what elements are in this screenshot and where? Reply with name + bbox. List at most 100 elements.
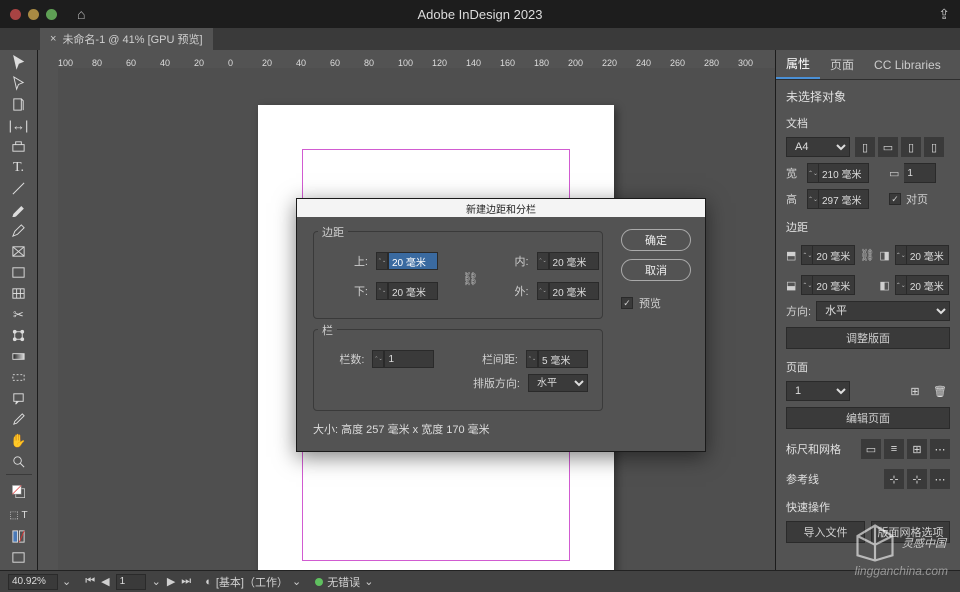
selection-tool-icon[interactable] — [2, 52, 36, 73]
note-tool-icon[interactable] — [2, 388, 36, 409]
adjust-layout-button[interactable]: 调整版面 — [786, 327, 950, 349]
gradient-feather-tool-icon[interactable] — [2, 367, 36, 388]
preview-checkbox[interactable]: ✓ — [621, 297, 633, 309]
margin-top-input-dlg[interactable] — [388, 252, 438, 270]
writing-direction-select[interactable]: 水平 — [528, 374, 588, 392]
content-collector-tool-icon[interactable] — [2, 136, 36, 157]
new-page-icon[interactable]: ⊞ — [905, 381, 925, 401]
last-page-icon[interactable]: ⏭ — [181, 575, 191, 588]
gradient-swatch-tool-icon[interactable] — [2, 346, 36, 367]
next-page-icon[interactable]: ▶ — [167, 575, 175, 588]
page-preset-select[interactable]: A4 — [786, 137, 850, 157]
pen-tool-icon[interactable] — [2, 199, 36, 220]
margin-top-input[interactable] — [813, 245, 855, 265]
first-page-icon[interactable]: ⏮ — [85, 575, 95, 588]
margins-link-icon[interactable]: ⛓ — [860, 241, 874, 269]
ruler-vertical[interactable] — [38, 68, 58, 570]
zoom-dropdown-icon[interactable]: ⌄ — [62, 575, 71, 588]
guides-toggle-icon[interactable]: ⊹ — [884, 469, 904, 489]
orientation-portrait-icon[interactable]: ▯ — [855, 137, 875, 157]
margin-outside-stepper-dlg[interactable]: ⌃⌄ — [537, 282, 549, 300]
margin-bottom-input[interactable] — [813, 275, 855, 295]
type-tool-icon[interactable]: T. — [2, 157, 36, 178]
home-icon[interactable]: ⌂ — [77, 6, 85, 22]
height-input[interactable] — [819, 189, 869, 209]
column-count-stepper[interactable]: ⌃⌄ — [372, 350, 384, 368]
tab-pages[interactable]: 页面 — [820, 50, 864, 79]
binding-ltr-icon[interactable]: ▯ — [901, 137, 921, 157]
eyedropper-tool-icon[interactable] — [2, 409, 36, 430]
width-input[interactable] — [819, 163, 869, 183]
minimize-window-icon[interactable] — [28, 9, 39, 20]
edit-page-button[interactable]: 编辑页面 — [786, 407, 950, 429]
document-grid-icon[interactable]: ⊞ — [907, 439, 927, 459]
color-profile-icon[interactable]: ◐ — [205, 576, 212, 588]
orientation-landscape-icon[interactable]: ▭ — [878, 137, 898, 157]
rectangle-frame-tool-icon[interactable] — [2, 241, 36, 262]
page-dropdown-icon[interactable]: ⌄ — [152, 575, 161, 588]
pages-count-input[interactable] — [904, 163, 936, 183]
gap-tool-icon[interactable]: |↔| — [2, 115, 36, 136]
view-mode-icon[interactable] — [2, 547, 36, 568]
width-stepper[interactable]: ⌃⌄ — [807, 163, 819, 183]
layout-grid-options-button[interactable]: 版面网格选项 — [871, 521, 950, 543]
apply-color-icon[interactable] — [2, 526, 36, 547]
baseline-grid-icon[interactable]: ≡ — [884, 439, 904, 459]
column-count-input[interactable] — [384, 350, 434, 368]
margin-bottom-input-dlg[interactable] — [388, 282, 438, 300]
margin-bottom-stepper-dlg[interactable]: ⌃⌄ — [376, 282, 388, 300]
preflight-status-label[interactable]: 无错误 — [327, 574, 360, 590]
margin-top-stepper-dlg[interactable]: ⌃⌄ — [376, 252, 388, 270]
delete-page-icon[interactable]: 🗑 — [930, 381, 950, 401]
zoom-window-icon[interactable] — [46, 9, 57, 20]
page-select[interactable]: 1 — [786, 381, 850, 401]
margin-bottom-stepper[interactable]: ⌃⌄ — [801, 275, 813, 295]
free-transform-tool-icon[interactable] — [2, 325, 36, 346]
zoom-input[interactable] — [8, 574, 58, 590]
line-tool-icon[interactable] — [2, 178, 36, 199]
prev-page-icon[interactable]: ◀ — [101, 575, 109, 588]
cancel-button[interactable]: 取消 — [621, 259, 691, 281]
facing-pages-checkbox[interactable]: ✓ — [889, 193, 901, 205]
margin-inside-stepper[interactable]: ⌃⌄ — [895, 245, 907, 265]
margins-link-icon-dlg[interactable]: ⛓ — [458, 271, 483, 287]
formatting-affects-container-icon[interactable]: ⬚ T — [2, 505, 36, 526]
close-window-icon[interactable] — [10, 9, 21, 20]
tab-cc-libraries[interactable]: CC Libraries — [864, 50, 951, 79]
scissors-tool-icon[interactable]: ✂ — [2, 304, 36, 325]
fill-stroke-swatch[interactable] — [2, 477, 36, 505]
gutter-input[interactable] — [538, 350, 588, 368]
margin-top-stepper[interactable]: ⌃⌄ — [801, 245, 813, 265]
import-file-button[interactable]: 导入文件 — [786, 521, 865, 543]
margin-outside-stepper[interactable]: ⌃⌄ — [895, 275, 907, 295]
rulers-options-icon[interactable]: ⋯ — [930, 439, 950, 459]
hand-tool-icon[interactable]: ✋ — [2, 430, 36, 451]
margin-inside-input-dlg[interactable] — [549, 252, 599, 270]
margin-inside-input[interactable] — [907, 245, 949, 265]
gutter-stepper[interactable]: ⌃⌄ — [526, 350, 538, 368]
share-icon[interactable]: ⇪ — [938, 6, 950, 23]
height-stepper[interactable]: ⌃⌄ — [807, 189, 819, 209]
direct-selection-tool-icon[interactable] — [2, 73, 36, 94]
rulers-toggle-icon[interactable]: ▭ — [861, 439, 881, 459]
page-tool-icon[interactable] — [2, 94, 36, 115]
margin-outside-input[interactable] — [907, 275, 949, 295]
margin-inside-stepper-dlg[interactable]: ⌃⌄ — [537, 252, 549, 270]
ruler-horizontal[interactable]: 1008060402002040608010012014016018020022… — [58, 50, 775, 68]
pencil-tool-icon[interactable] — [2, 220, 36, 241]
binding-rtl-icon[interactable]: ▯ — [924, 137, 944, 157]
document-tab[interactable]: × 未命名-1 @ 41% [GPU 预览] — [40, 28, 213, 50]
color-profile-status[interactable]: [基本]（工作） — [216, 574, 288, 590]
page-number-input[interactable] — [116, 574, 146, 590]
close-tab-icon[interactable]: × — [50, 33, 56, 45]
margin-outside-input-dlg[interactable] — [549, 282, 599, 300]
ok-button[interactable]: 确定 — [621, 229, 691, 251]
smart-guides-icon[interactable]: ⊹ — [907, 469, 927, 489]
tab-properties[interactable]: 属性 — [776, 50, 820, 79]
grid-tool-icon[interactable] — [2, 283, 36, 304]
rectangle-tool-icon[interactable] — [2, 262, 36, 283]
direction-select[interactable]: 水平 — [816, 301, 950, 321]
ruler-tick: 60 — [126, 58, 136, 68]
guides-options-icon[interactable]: ⋯ — [930, 469, 950, 489]
zoom-tool-icon[interactable] — [2, 451, 36, 472]
